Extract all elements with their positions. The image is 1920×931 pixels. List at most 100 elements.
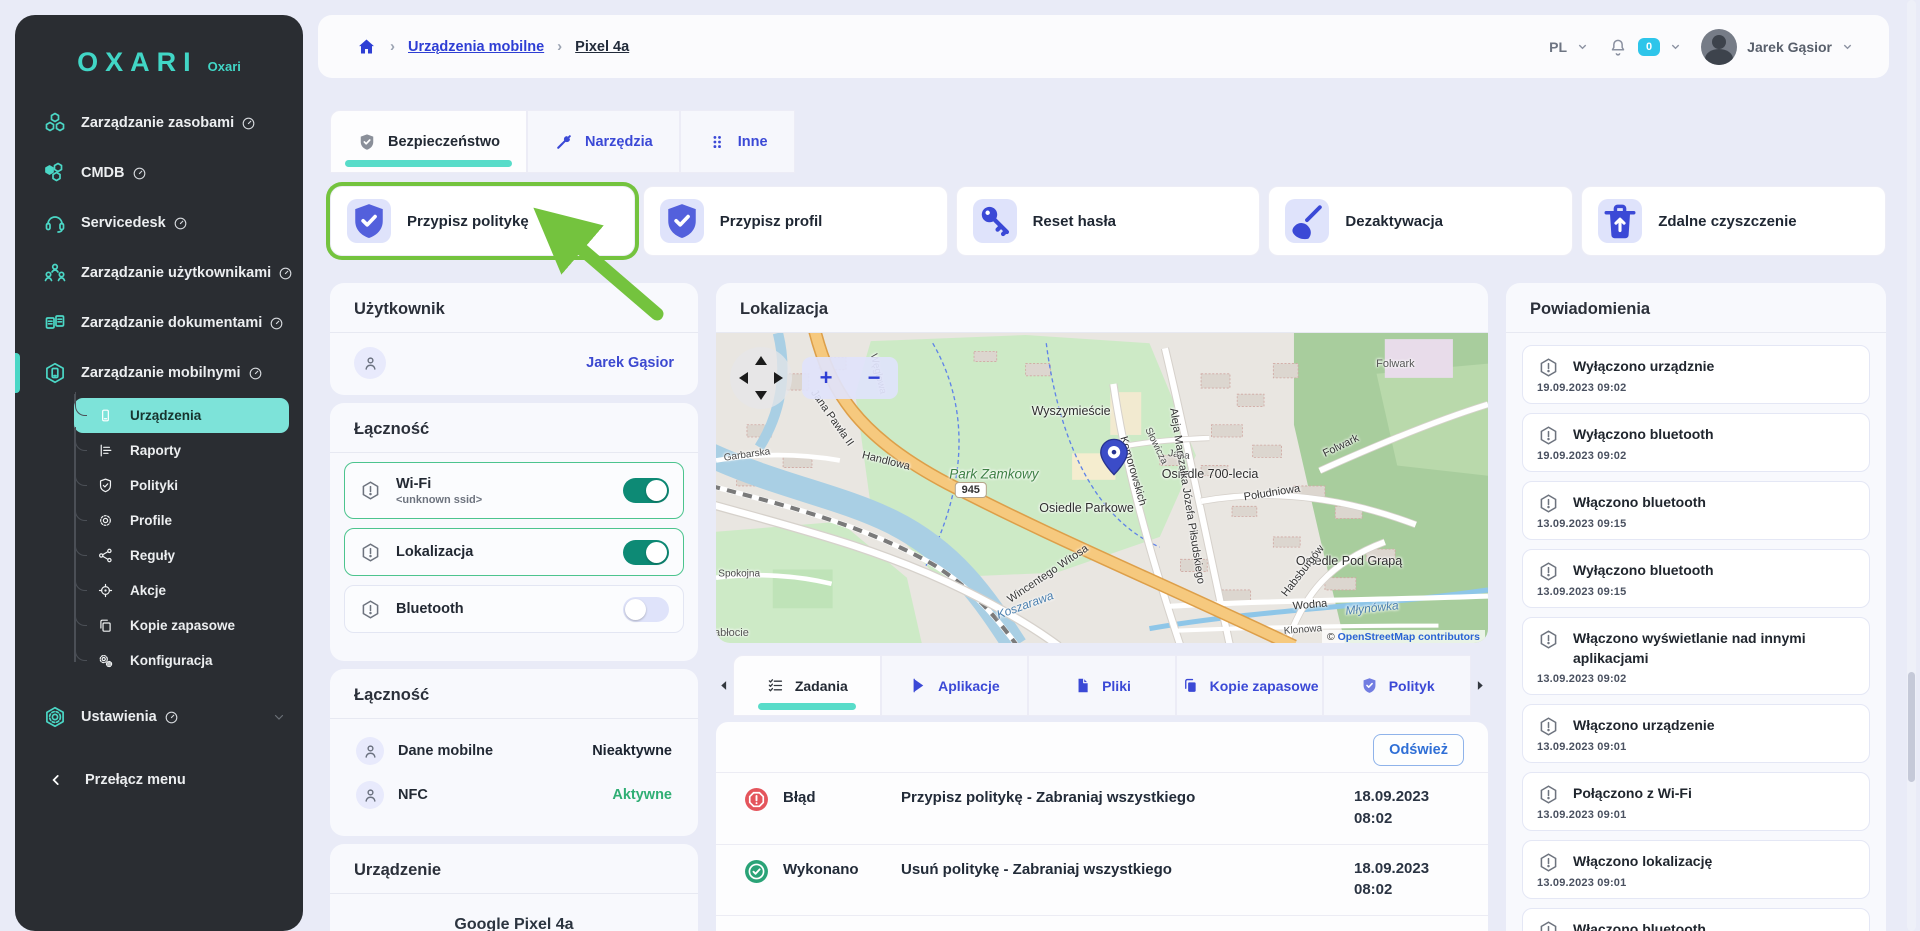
sidebar-item[interactable]: Zarządzanie zasobami — [15, 98, 303, 148]
action-button[interactable]: Dezaktywacja — [1268, 186, 1574, 256]
sidebar-item-settings[interactable]: Ustawienia — [15, 692, 303, 742]
toggle-switch[interactable] — [623, 478, 669, 503]
notification-card[interactable]: Wyłączono bluetooth 13.09.2023 09:15 — [1522, 549, 1870, 608]
action-button[interactable]: Przypisz profil — [642, 186, 948, 256]
notification-card[interactable]: Włączono urządzenie 13.09.2023 09:01 — [1522, 703, 1870, 763]
detail-tab[interactable]: Pliki — [1028, 655, 1176, 716]
person-icon — [354, 347, 386, 379]
detail-tab[interactable]: Polityk — [1323, 655, 1471, 716]
sidebar-subitem-label: Profile — [130, 513, 173, 528]
toggle-switch[interactable] — [623, 539, 669, 565]
notification-title: Połączono z Wi-Fi — [1573, 784, 1692, 801]
toggle-sublabel: <unknown ssid> — [396, 493, 483, 506]
language-selector[interactable]: PL — [1549, 39, 1567, 55]
tabs-scroll-right-icon[interactable] — [1471, 655, 1488, 716]
user-name[interactable]: Jarek Gąsior — [1747, 39, 1832, 55]
map-zoom-control: + − — [802, 357, 898, 399]
sidebar-subitem[interactable]: Profile — [74, 497, 289, 538]
sidebar-subitem[interactable]: Reguły — [74, 532, 289, 573]
brand-name: Oxari — [207, 59, 241, 74]
toggle-label: Bluetooth — [396, 601, 464, 617]
sidebar-subitem-icon — [97, 442, 114, 459]
tabs-scroll-left-icon[interactable] — [716, 655, 733, 716]
toggle-menu-button[interactable]: Przełącz menu — [15, 758, 303, 802]
sidebar-item[interactable]: Zarządzanie dokumentami — [15, 298, 303, 348]
task-row[interactable]: Błąd Przypisz politykę - Zabraniaj wszys… — [716, 772, 1488, 844]
notification-card[interactable]: Wyłączono bluetooth 19.09.2023 09:02 — [1522, 413, 1870, 472]
sidebar-item[interactable]: Servicedesk — [15, 198, 303, 248]
sidebar-subitem-icon — [97, 547, 114, 564]
person-icon — [356, 737, 384, 765]
action-icon — [972, 199, 1017, 243]
notification-count-badge[interactable]: 0 — [1638, 37, 1661, 56]
toggle-texts: Lokalizacja — [396, 544, 473, 560]
notification-date: 19.09.2023 09:02 — [1537, 382, 1627, 394]
section-tab[interactable]: Inne — [679, 110, 795, 173]
pan-left-icon[interactable] — [739, 372, 748, 384]
sidebar-item-icon — [43, 311, 67, 335]
section-tab[interactable]: Narzędzia — [527, 110, 680, 173]
notification-card[interactable]: Połączono z Wi-Fi 13.09.2023 09:01 — [1522, 771, 1870, 831]
sidebar-subitem[interactable]: Konfiguracja — [74, 637, 289, 678]
notification-title: Wyłączono bluetooth — [1573, 426, 1714, 442]
notification-card[interactable]: Włączono lokalizację 13.09.2023 09:01 — [1522, 839, 1870, 899]
hexagon-exclamation-icon — [1537, 424, 1560, 446]
refresh-button[interactable]: Odśwież — [1373, 734, 1464, 766]
task-description: Usuń politykę - Zabraniaj wszystkiego — [901, 860, 1172, 878]
sidebar-item-icon — [43, 261, 67, 285]
sidebar-subitem[interactable]: Urządzenia — [74, 392, 289, 433]
osm-link[interactable]: OpenStreetMap contributors — [1338, 631, 1480, 643]
notification-card[interactable]: Włączono bluetooth 13.09.2023 09:15 — [1522, 481, 1870, 540]
sidebar-subitem[interactable]: Polityki — [74, 462, 289, 503]
action-button[interactable]: Reset hasła — [955, 186, 1261, 256]
pan-up-icon[interactable] — [755, 356, 767, 365]
sidebar-item[interactable]: CMDB — [15, 148, 303, 198]
map[interactable]: Wyszymieście Park Zamkowy Osiedle Parkowe O… — [716, 333, 1488, 643]
sidebar-subitem[interactable]: Raporty — [74, 427, 289, 468]
breadcrumb-current-device[interactable]: Pixel 4a — [575, 39, 629, 55]
detail-tab[interactable]: Zadania — [733, 655, 881, 716]
notifications-title: Powiadomienia — [1530, 300, 1651, 318]
breadcrumb-link-devices[interactable]: Urządzenia mobilne — [408, 39, 544, 55]
notification-title: Włączono urządzenie — [1573, 716, 1715, 733]
notifications-bell-icon[interactable] — [1608, 37, 1628, 57]
section-tab[interactable]: Bezpieczeństwo — [330, 110, 527, 173]
home-icon[interactable] — [356, 36, 377, 57]
sidebar-item-label: Zarządzanie mobilnymi — [81, 365, 241, 381]
task-date: 18.09.2023 — [1354, 859, 1430, 877]
detail-tab[interactable]: Aplikacje — [880, 655, 1029, 716]
tab-label: Narzędzia — [585, 133, 653, 150]
detail-tab[interactable]: Kopie zapasowe — [1175, 655, 1324, 716]
pan-down-icon[interactable] — [755, 391, 767, 400]
user-profile-link[interactable]: Jarek Gąsior — [586, 355, 674, 371]
scrollbar-thumb[interactable] — [1908, 672, 1915, 782]
user-avatar[interactable] — [1701, 28, 1738, 65]
sidebar-subitem[interactable]: Kopie zapasowe — [74, 602, 289, 643]
toggle-switch[interactable] — [623, 596, 669, 622]
notification-title: Włączono lokalizację — [1573, 852, 1713, 869]
sidebar-item[interactable]: Zarządzanie użytkownikami — [15, 248, 303, 298]
map-pan-control[interactable] — [730, 347, 792, 409]
zoom-in-button[interactable]: + — [820, 367, 833, 389]
sidebar-item[interactable]: Zarządzanie mobilnymi — [15, 348, 303, 398]
notification-card[interactable]: Włączono wyświetlanie nad innymi aplikac… — [1522, 617, 1870, 695]
task-datetime: 18.09.2023 08:02 — [1354, 858, 1464, 902]
notification-title: Wyłączono urządznie — [1573, 358, 1715, 374]
action-button[interactable]: Przypisz politykę — [330, 186, 635, 256]
pan-right-icon[interactable] — [774, 372, 783, 384]
task-row[interactable]: Wykonano Usuń politykę - Zabraniaj wszys… — [716, 843, 1488, 916]
gauge-icon — [164, 710, 179, 725]
sidebar-subitem[interactable]: Akcje — [74, 567, 289, 608]
notification-card[interactable]: Wyłączono urządznie 19.09.2023 09:02 — [1522, 345, 1870, 404]
hexagon-exclamation-icon — [1537, 783, 1560, 805]
toggle-menu-label: Przełącz menu — [85, 772, 186, 788]
page-scrollbar[interactable] — [1907, 0, 1916, 931]
zoom-out-button[interactable]: − — [868, 367, 881, 389]
status-value: Nieaktywne — [592, 743, 672, 759]
notification-card[interactable]: Włączono bluetooth — [1522, 907, 1870, 931]
sidebar-item-icon — [43, 211, 67, 235]
notification-title: Wyłączono bluetooth — [1573, 562, 1714, 578]
task-row[interactable]: Wykonano Przypisz politykę - Zabraniaj w… — [716, 915, 1488, 931]
action-button[interactable]: Zdalne czyszczenie — [1581, 186, 1886, 256]
detail-tabs: Zadania Aplikacje Pliki Kopie zapasowe P… — [716, 655, 1488, 716]
